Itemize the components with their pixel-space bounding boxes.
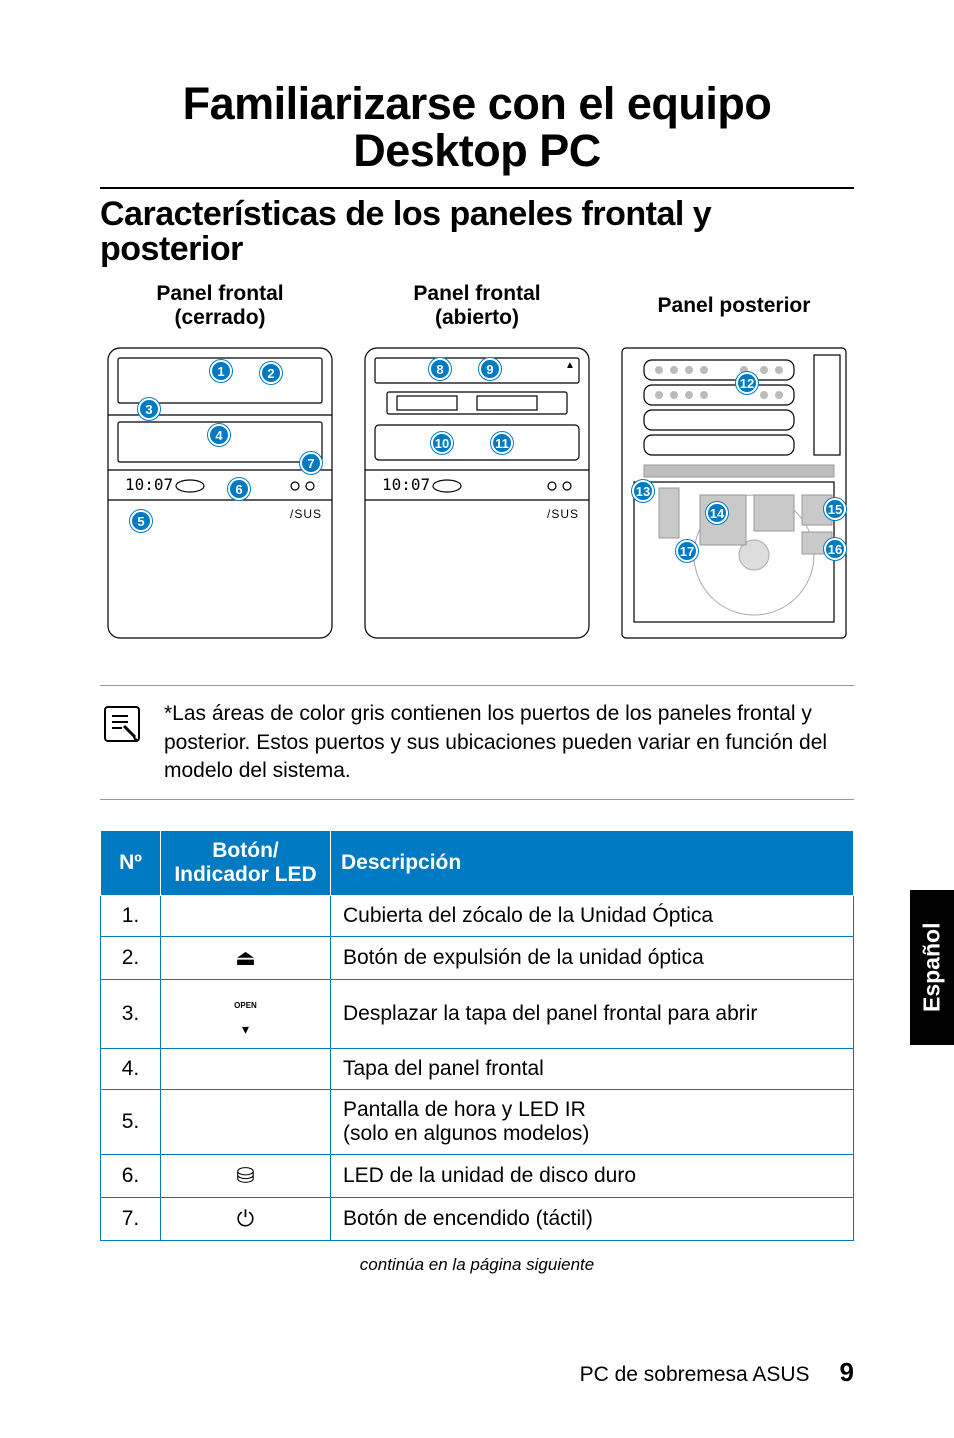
cell-icon xyxy=(161,1090,331,1155)
description-table: Nº Botón/ Indicador LED Descripción 1. C… xyxy=(100,830,854,1241)
diagram-rear: 12 13 14 15 16 17 xyxy=(614,340,854,655)
svg-text:/SUS: /SUS xyxy=(290,507,322,521)
callout-11: 11 xyxy=(491,432,513,454)
power-icon: ⏻ xyxy=(161,1198,331,1241)
label-front-closed-l2: (cerrado) xyxy=(100,306,340,330)
cell-desc: Pantalla de hora y LED IR (solo en algun… xyxy=(331,1090,854,1155)
callout-10: 10 xyxy=(431,432,453,454)
note-block: *Las áreas de color gris contienen los p… xyxy=(100,685,854,800)
cell-desc: Botón de encendido (táctil) xyxy=(331,1198,854,1241)
cell-num: 5. xyxy=(101,1090,161,1155)
callout-1: 1 xyxy=(210,360,232,382)
diagram-front-closed: 10:07 /SUS 1 2 3 4 5 6 7 xyxy=(100,340,340,655)
page-subtitle: Características de los paneles frontal y… xyxy=(100,197,854,268)
table-row: 2. ⏏ Botón de expulsión de la unidad ópt… xyxy=(101,937,854,980)
cell-num: 3. xyxy=(101,980,161,1049)
footer-label: PC de sobremesa ASUS xyxy=(580,1363,810,1387)
table-row: 5. Pantalla de hora y LED IR (solo en al… xyxy=(101,1090,854,1155)
panel-labels-row: Panel frontal (cerrado) Panel frontal (a… xyxy=(100,282,854,330)
callout-4: 4 xyxy=(208,424,230,446)
callout-13: 13 xyxy=(632,480,654,502)
table-row: 3. OPEN ▾ Desplazar la tapa del panel fr… xyxy=(101,980,854,1049)
callout-3: 3 xyxy=(138,398,160,420)
table-row: 1. Cubierta del zócalo de la Unidad Ópti… xyxy=(101,896,854,937)
cell-desc: LED de la unidad de disco duro xyxy=(331,1155,854,1198)
svg-text:/SUS: /SUS xyxy=(547,507,579,521)
open-icon: OPEN ▾ xyxy=(161,980,331,1049)
cell-icon xyxy=(161,1049,331,1090)
cell-num: 6. xyxy=(101,1155,161,1198)
eject-icon: ⏏ xyxy=(161,937,331,980)
label-rear: Panel posterior xyxy=(614,294,854,318)
title-rule xyxy=(100,187,854,189)
cell-desc: Tapa del panel frontal xyxy=(331,1049,854,1090)
note-icon xyxy=(100,700,144,785)
th-btn: Botón/ Indicador LED xyxy=(161,831,331,896)
page-number: 9 xyxy=(840,1357,854,1388)
continued-note: continúa en la página siguiente xyxy=(100,1255,854,1275)
callout-7: 7 xyxy=(300,452,322,474)
callout-2: 2 xyxy=(260,362,282,384)
callout-6: 6 xyxy=(228,478,250,500)
cell-num: 1. xyxy=(101,896,161,937)
page-title: Familiarizarse con el equipo Desktop PC xyxy=(100,80,854,175)
table-row: 7. ⏻ Botón de encendido (táctil) xyxy=(101,1198,854,1241)
hdd-icon: ⛁ xyxy=(161,1155,331,1198)
cell-num: 4. xyxy=(101,1049,161,1090)
language-tab: Español xyxy=(910,890,954,1045)
svg-text:10:07: 10:07 xyxy=(382,475,430,494)
table-row: 4. Tapa del panel frontal xyxy=(101,1049,854,1090)
callout-17: 17 xyxy=(676,540,698,562)
open-icon-label: OPEN xyxy=(234,1001,257,1010)
callout-16: 16 xyxy=(824,538,846,560)
label-front-open-l2: (abierto) xyxy=(357,306,597,330)
callout-5: 5 xyxy=(130,510,152,532)
cell-num: 7. xyxy=(101,1198,161,1241)
callout-15: 15 xyxy=(824,498,846,520)
svg-text:▲: ▲ xyxy=(565,360,575,371)
diagrams-row: 10:07 /SUS 1 2 3 4 5 6 7 ▲ xyxy=(100,340,854,655)
time-display: 10:07 xyxy=(125,475,173,494)
cell-num: 2. xyxy=(101,937,161,980)
cell-icon xyxy=(161,896,331,937)
callout-9: 9 xyxy=(479,358,501,380)
th-num: Nº xyxy=(101,831,161,896)
note-text: *Las áreas de color gris contienen los p… xyxy=(164,700,854,785)
cell-desc: Botón de expulsión de la unidad óptica xyxy=(331,937,854,980)
page-footer: PC de sobremesa ASUS 9 xyxy=(580,1357,854,1388)
callout-14: 14 xyxy=(706,502,728,524)
label-front-closed-l1: Panel frontal xyxy=(100,282,340,306)
open-arrow-icon: ▾ xyxy=(242,1021,249,1037)
callout-12: 12 xyxy=(736,372,758,394)
cell-desc: Desplazar la tapa del panel frontal para… xyxy=(331,980,854,1049)
th-desc: Descripción xyxy=(331,831,854,896)
table-row: 6. ⛁ LED de la unidad de disco duro xyxy=(101,1155,854,1198)
label-front-open-l1: Panel frontal xyxy=(357,282,597,306)
diagram-front-open: ▲ 10:07 /SUS 8 9 10 11 xyxy=(357,340,597,655)
callout-8: 8 xyxy=(429,358,451,380)
cell-desc: Cubierta del zócalo de la Unidad Óptica xyxy=(331,896,854,937)
